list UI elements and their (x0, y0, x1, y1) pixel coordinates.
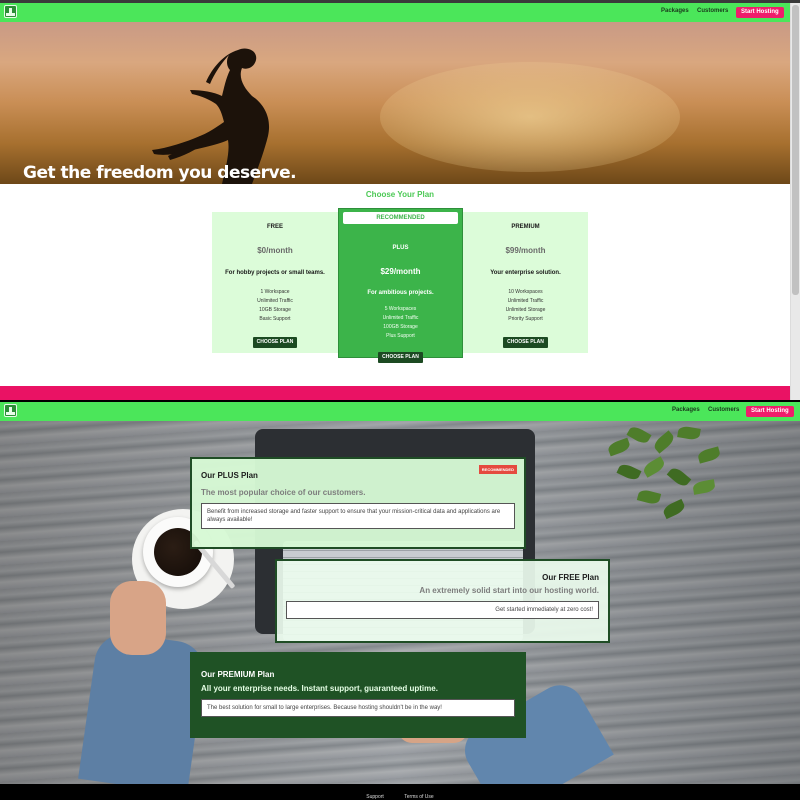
package-description: Get started immediately at zero cost! (286, 601, 599, 619)
site-footer: Support Terms of Use (0, 784, 800, 800)
plan-feature: Unlimited Traffic (507, 298, 544, 304)
package-card-free: Our FREE Plan An extremely solid start i… (275, 559, 610, 643)
start-hosting-button[interactable]: Start Hosting (746, 406, 794, 417)
plan-feature: 5 Workspaces (384, 306, 417, 312)
desk-background-image: RECOMMENDED Our PLUS Plan The most popul… (0, 421, 800, 784)
footer-link-support[interactable]: Support (366, 794, 384, 800)
choose-plan-button-free[interactable]: CHOOSE PLAN (252, 337, 298, 348)
pink-footer-strip (0, 386, 790, 400)
scrollbar[interactable] (790, 3, 800, 400)
logo-icon[interactable] (4, 404, 17, 417)
package-card-premium: Our PREMIUM Plan All your enterprise nee… (190, 652, 526, 738)
plan-feature: Unlimited Traffic (382, 315, 419, 321)
plan-feature: 10 Workspaces (508, 289, 543, 295)
plan-features: 1 Workspace Unlimited Traffic 10GB Stora… (212, 288, 338, 324)
landing-page-screenshot: Packages Customers Start Hosting Get the… (0, 0, 800, 400)
packages-page-screenshot: Packages Customers Start Hosting RECOMME… (0, 400, 800, 800)
package-subtitle: An extremely solid start into our hostin… (419, 586, 599, 595)
hero-sun-glow (380, 62, 680, 172)
plan-card-premium: PREMIUM $99/month Your enterprise soluti… (463, 212, 588, 353)
package-title: Our PLUS Plan (201, 471, 258, 480)
nav-link-customers[interactable]: Customers (708, 407, 739, 413)
recommended-badge: RECOMMENDED (343, 212, 458, 224)
choose-plan-button-premium[interactable]: CHOOSE PLAN (503, 337, 548, 348)
plan-feature: Unlimited Storage (505, 307, 546, 313)
plans-heading: Choose Your Plan (365, 190, 435, 199)
main-navigation: Packages Customers Start Hosting (0, 402, 800, 421)
package-title: Our FREE Plan (542, 573, 599, 582)
footer-link-terms[interactable]: Terms of Use (404, 794, 433, 800)
hero-title: Get the freedom you deserve. (23, 163, 297, 183)
logo-icon[interactable] (4, 5, 17, 18)
start-hosting-button[interactable]: Start Hosting (736, 7, 784, 18)
package-title: Our PREMIUM Plan (201, 670, 275, 679)
plans-section: Choose Your Plan FREE $0/month For hobby… (0, 184, 790, 386)
choose-plan-button-plus[interactable]: CHOOSE PLAN (378, 352, 423, 363)
plan-feature: 10GB Storage (259, 307, 291, 313)
plan-feature: Priority Support (508, 316, 543, 322)
plan-tagline: For hobby projects or small teams. (225, 270, 325, 276)
plan-feature: 100GB Storage (383, 324, 418, 330)
package-card-plus: RECOMMENDED Our PLUS Plan The most popul… (190, 457, 526, 549)
plan-price: $0/month (257, 246, 293, 255)
scrollbar-thumb[interactable] (792, 5, 799, 295)
plan-feature: 1 Workspace (260, 289, 290, 295)
package-description: Benefit from increased storage and faste… (201, 503, 515, 529)
plan-tagline: For ambitious projects. (367, 290, 434, 296)
left-hand-image (110, 581, 166, 655)
recommended-badge: RECOMMENDED (478, 465, 517, 474)
main-navigation: Packages Customers Start Hosting (0, 3, 790, 22)
plan-feature: Plus Support (386, 333, 415, 339)
plan-price: $29/month (380, 267, 421, 276)
plan-name: PLUS (392, 245, 409, 251)
plan-name: FREE (266, 224, 283, 230)
hero-banner: Get the freedom you deserve. (0, 22, 790, 184)
nav-link-packages[interactable]: Packages (661, 8, 689, 14)
plan-feature: Unlimited Traffic (257, 298, 293, 304)
nav-link-customers[interactable]: Customers (697, 8, 728, 14)
plan-card-free: FREE $0/month For hobby projects or smal… (212, 212, 338, 353)
package-subtitle: The most popular choice of our customers… (201, 488, 366, 497)
plan-features: 10 Workspaces Unlimited Traffic Unlimite… (463, 288, 588, 324)
nav-link-packages[interactable]: Packages (672, 407, 700, 413)
package-description: The best solution for small to large ent… (201, 699, 515, 717)
plant-image (598, 421, 728, 531)
plan-features: 5 Workspaces Unlimited Traffic 100GB Sto… (339, 305, 462, 341)
plan-name: PREMIUM (511, 224, 540, 230)
plan-price: $99/month (505, 246, 546, 255)
plan-card-plus: RECOMMENDED PLUS $29/month For ambitious… (338, 208, 463, 363)
plan-feature: Basic Support (259, 316, 291, 322)
plan-tagline: Your enterprise solution. (490, 270, 561, 276)
package-subtitle: All your enterprise needs. Instant suppo… (201, 684, 438, 693)
